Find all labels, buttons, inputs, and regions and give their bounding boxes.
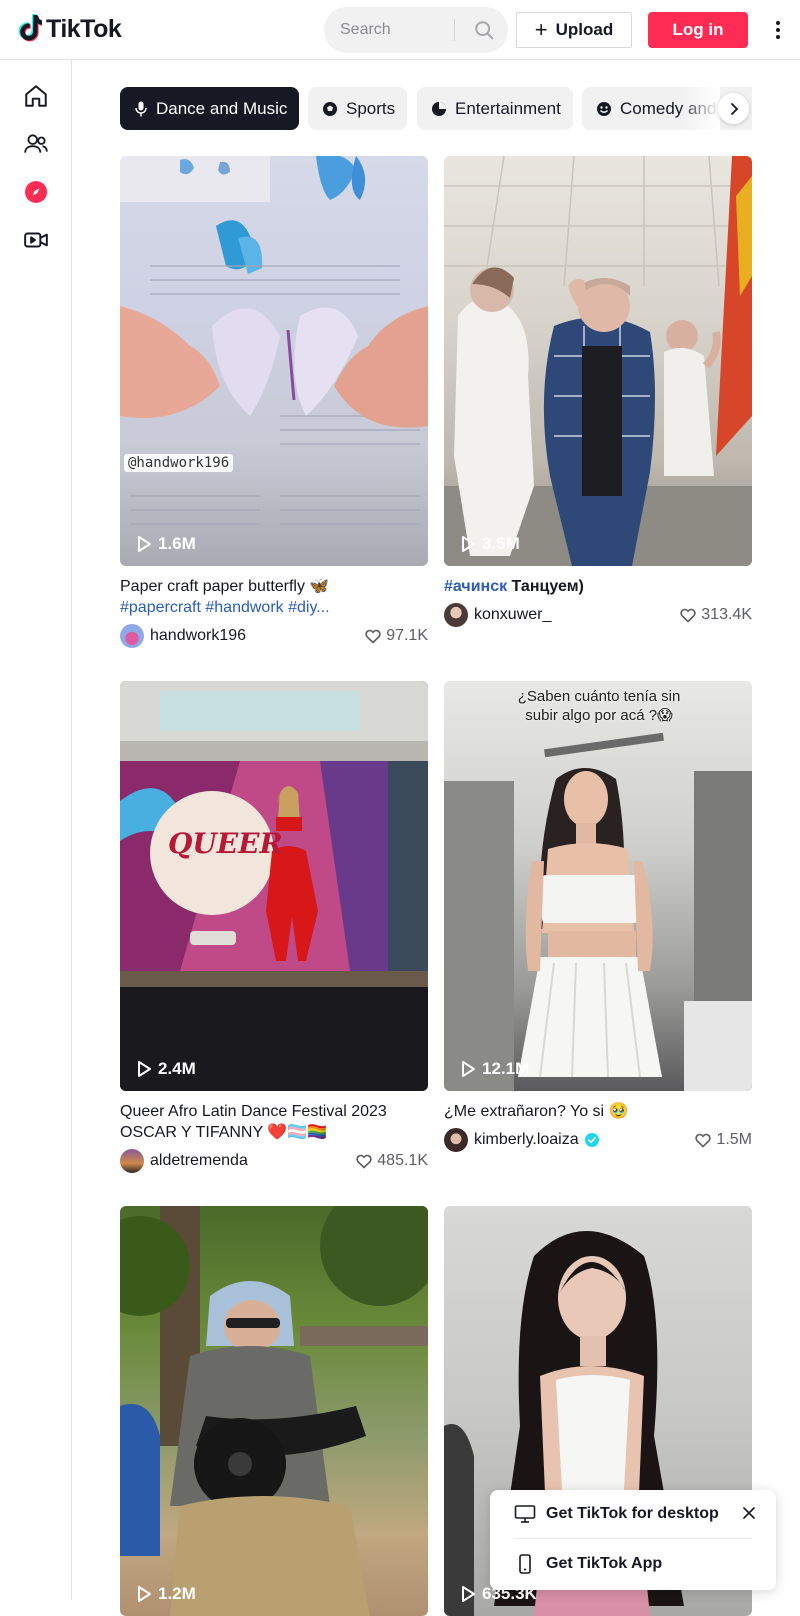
verified-badge-icon bbox=[584, 1133, 599, 1147]
microphone-icon bbox=[135, 101, 147, 116]
thumbnail-art bbox=[120, 156, 428, 525]
search-input[interactable] bbox=[340, 7, 460, 53]
like-count: 313.4K bbox=[680, 606, 752, 624]
comedy-icon bbox=[597, 101, 611, 116]
video-card[interactable]: @handwork196 1.6M Paper craft paper butt… bbox=[120, 156, 428, 648]
category-label: Sports bbox=[346, 98, 396, 118]
view-count: 1.6M bbox=[136, 534, 196, 554]
video-caption[interactable]: Queer Afro Latin Dance Festival 2023 OSC… bbox=[120, 1101, 428, 1143]
popup-divider bbox=[514, 1538, 752, 1539]
like-count: 485.1K bbox=[356, 1152, 428, 1170]
avatar bbox=[444, 1128, 468, 1152]
plus-icon: + bbox=[534, 17, 548, 42]
search-button[interactable] bbox=[464, 7, 504, 53]
play-icon bbox=[462, 1586, 475, 1602]
play-icon bbox=[462, 1061, 475, 1077]
following-icon bbox=[24, 134, 48, 153]
tiktok-logo[interactable]: TikTok bbox=[16, 14, 122, 44]
video-card[interactable]: 3.5M #ачинск Танцуем) konxuwer_ 313.4K bbox=[444, 156, 752, 627]
play-icon bbox=[138, 1586, 151, 1602]
get-desktop-link[interactable]: Get TikTok for desktop bbox=[514, 1504, 719, 1524]
category-label: Dance and Music bbox=[156, 98, 288, 118]
sidebar-item-following[interactable] bbox=[20, 128, 52, 160]
play-icon bbox=[462, 536, 475, 552]
search-divider bbox=[454, 19, 455, 41]
avatar bbox=[444, 603, 468, 627]
top-header: TikTok + Upload Log in bbox=[0, 0, 800, 60]
phone-icon bbox=[519, 1554, 531, 1574]
video-thumbnail[interactable]: 1.2M bbox=[120, 1206, 428, 1616]
video-meta: aldetremenda 485.1K bbox=[120, 1149, 428, 1173]
video-thumbnail[interactable]: QUEER 2.4M bbox=[120, 681, 428, 1091]
sidebar bbox=[0, 60, 72, 1600]
thumbnail-overlay-text: @handwork196 bbox=[124, 454, 234, 472]
search-bar bbox=[324, 7, 508, 53]
view-count: 1.2M bbox=[136, 1584, 196, 1604]
ball-icon bbox=[323, 101, 337, 116]
author-link[interactable]: konxuwer_ bbox=[444, 603, 551, 627]
more-options-icon[interactable] bbox=[766, 16, 790, 44]
category-tabs: Dance and Music Sports Entertainment Com… bbox=[120, 87, 752, 131]
video-thumbnail[interactable]: @handwork196 1.6M bbox=[120, 156, 428, 566]
like-count: 97.1K bbox=[365, 627, 428, 645]
thumbnail-art bbox=[444, 156, 752, 566]
video-meta: konxuwer_ 313.4K bbox=[444, 603, 752, 627]
heart-icon bbox=[365, 629, 381, 644]
like-count: 1.5M bbox=[695, 1131, 752, 1149]
category-next-button[interactable] bbox=[718, 93, 749, 124]
play-icon bbox=[138, 1061, 151, 1077]
heart-icon bbox=[356, 1154, 372, 1169]
play-icon bbox=[138, 536, 151, 552]
category-label: Entertainment bbox=[455, 98, 561, 118]
live-icon bbox=[24, 232, 48, 248]
brand-name: TikTok bbox=[46, 14, 122, 43]
thumbnail-art bbox=[444, 732, 752, 1091]
sidebar-item-explore[interactable] bbox=[20, 176, 52, 208]
author-link[interactable]: kimberly.loaiza bbox=[444, 1128, 599, 1152]
thumbnail-overlay-text: ¿Saben cuánto tenía sin subir algo por a… bbox=[517, 688, 681, 724]
video-thumbnail[interactable]: ¿Saben cuánto tenía sin subir algo por a… bbox=[444, 681, 752, 1091]
view-count: 12.1M bbox=[460, 1059, 529, 1079]
video-card[interactable]: QUEER 2.4M Queer Afro Latin Dance Festiv… bbox=[120, 681, 428, 1173]
explore-icon bbox=[25, 181, 47, 203]
sidebar-item-home[interactable] bbox=[20, 80, 52, 112]
upload-button[interactable]: + Upload bbox=[516, 12, 632, 48]
search-icon bbox=[475, 21, 494, 40]
video-card[interactable]: 1.2M bbox=[120, 1206, 428, 1616]
get-app-popup: Get TikTok for desktop Get TikTok App bbox=[490, 1490, 776, 1590]
tiktok-logo-icon bbox=[18, 14, 42, 42]
entertainment-icon bbox=[432, 101, 446, 116]
video-meta: kimberly.loaiza 1.5M bbox=[444, 1128, 752, 1152]
category-dance-and-music[interactable]: Dance and Music bbox=[120, 87, 300, 130]
author-link[interactable]: handwork196 bbox=[120, 624, 246, 648]
upload-label: Upload bbox=[555, 20, 614, 39]
category-entertainment[interactable]: Entertainment bbox=[417, 87, 573, 130]
hashtag-link[interactable]: #ачинск bbox=[444, 578, 507, 595]
sidebar-item-live[interactable] bbox=[20, 224, 52, 256]
home-icon bbox=[25, 85, 47, 107]
view-count: 2.4M bbox=[136, 1059, 196, 1079]
thumbnail-overlay-text: QUEER bbox=[168, 827, 283, 860]
view-count: 3.5M bbox=[460, 534, 520, 554]
thumbnail-art bbox=[120, 1206, 428, 1616]
close-icon bbox=[743, 1507, 755, 1519]
avatar bbox=[120, 624, 144, 648]
avatar bbox=[120, 1149, 144, 1173]
heart-icon bbox=[680, 608, 696, 623]
video-caption[interactable]: Paper craft paper butterfly 🦋 #papercraf… bbox=[120, 576, 428, 618]
popup-close-button[interactable] bbox=[738, 1502, 760, 1524]
video-card[interactable]: ¿Saben cuánto tenía sin subir algo por a… bbox=[444, 681, 752, 1152]
author-link[interactable]: aldetremenda bbox=[120, 1149, 248, 1173]
get-app-link[interactable]: Get TikTok App bbox=[514, 1554, 662, 1574]
video-meta: handwork196 97.1K bbox=[120, 624, 428, 648]
thumbnail-art bbox=[120, 681, 428, 1091]
video-thumbnail[interactable]: 3.5M bbox=[444, 156, 752, 566]
chevron-right-icon bbox=[730, 102, 738, 115]
category-fade bbox=[680, 87, 720, 131]
heart-icon bbox=[695, 1133, 712, 1148]
desktop-icon bbox=[514, 1505, 536, 1523]
category-sports[interactable]: Sports bbox=[308, 87, 408, 130]
login-button[interactable]: Log in bbox=[648, 12, 748, 48]
hashtag-link[interactable]: #papercraft #handwork #diy... bbox=[120, 599, 330, 616]
